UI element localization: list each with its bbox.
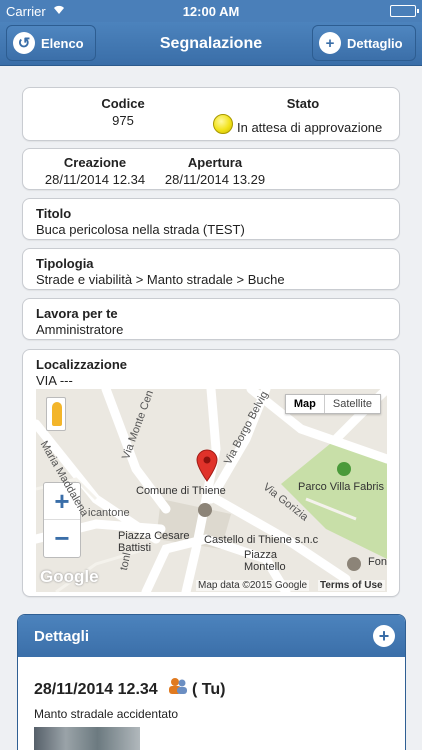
map-place-label: Parco Villa Fabris [298,481,384,493]
dettagli-panel: Dettagli + 28/11/2014 12.34 ( Tu) Manto … [17,614,406,750]
dates-card: Creazione 28/11/2014 12.34 Apertura 28/1… [22,148,400,190]
creazione-value: 28/11/2014 12.34 [44,172,146,187]
entry-description: Manto stradale accidentato [34,707,179,721]
entry-user: ( Tu) [192,681,226,698]
map-toggle-map[interactable]: Map [286,395,324,413]
tipologia-card: Tipologia Strade e viabilità > Manto str… [22,248,400,290]
summary-card: Codice 975 Stato In attesa di approvazio… [22,87,400,141]
lavora-card: Lavora per te Amministratore [22,298,400,340]
plus-icon: + [319,32,341,54]
town-hall-icon [198,503,212,517]
apertura-label: Apertura [187,155,243,170]
entry-date: 28/11/2014 12.34 [34,681,158,698]
pegman-icon[interactable] [46,397,66,431]
tipologia-label: Tipologia [36,256,94,271]
creazione-label: Creazione [63,155,127,170]
localizzazione-label: Localizzazione [36,357,128,372]
codice-label: Codice [101,96,145,111]
map-type-toggle[interactable]: Map Satellite [284,394,381,414]
status-time: 12:00 AM [182,4,240,19]
localizzazione-card: Localizzazione VIA --- Map Satellite + −… [22,349,400,597]
titolo-card: Titolo Buca pericolosa nella strada (TES… [22,198,400,240]
status-bar: Carrier 12:00 AM [0,0,422,22]
map-place-label: Castello di Thiene s.n.c [204,534,319,546]
titolo-value: Buca pericolosa nella strada (TEST) [36,222,245,237]
nav-bar: ↺ Elenco Segnalazione + Dettaglio [0,22,422,66]
photo-thumbnail[interactable] [34,727,140,750]
add-detail-icon[interactable]: + [373,625,395,647]
battery-icon [390,5,419,17]
codice-value: 975 [112,113,134,128]
map-place-label: Piazza Montello [244,549,286,573]
location-pin-icon [196,449,218,482]
stato-value: In attesa di approvazione [237,120,383,135]
map-attribution: Map data ©2015 Google [196,580,310,591]
terms-link[interactable]: Terms of Use [318,580,385,591]
users-icon [169,678,187,694]
detail-button-label: Dettaglio [347,35,403,51]
map-place-label: Fon [368,556,387,568]
localizzazione-value: VIA --- [36,373,73,388]
map-view[interactable]: Map Satellite + − Maria Maddalena Via Mo… [36,389,387,592]
tipologia-value: Strade e viabilità > Manto stradale > Bu… [36,272,285,287]
school-icon [347,557,361,571]
status-dot-icon [213,114,233,134]
dettagli-title: Dettagli [34,628,90,645]
dettagli-header: Dettagli + [18,615,405,657]
lavora-value: Amministratore [36,322,124,337]
map-toggle-satellite[interactable]: Satellite [323,395,380,413]
titolo-label: Titolo [36,206,72,221]
street-label: icantone [88,507,130,519]
map-place-label: Comune di Thiene [136,485,226,497]
park-icon [337,462,351,476]
detail-button[interactable]: + Dettaglio [312,25,416,61]
stato-label: Stato [286,96,320,111]
apertura-value: 28/11/2014 13.29 [164,172,266,187]
lavora-label: Lavora per te [36,306,118,321]
google-logo: Google [40,567,99,586]
map-place-label: Piazza Cesare Battisti [118,530,190,554]
zoom-out-button[interactable]: − [44,520,80,557]
